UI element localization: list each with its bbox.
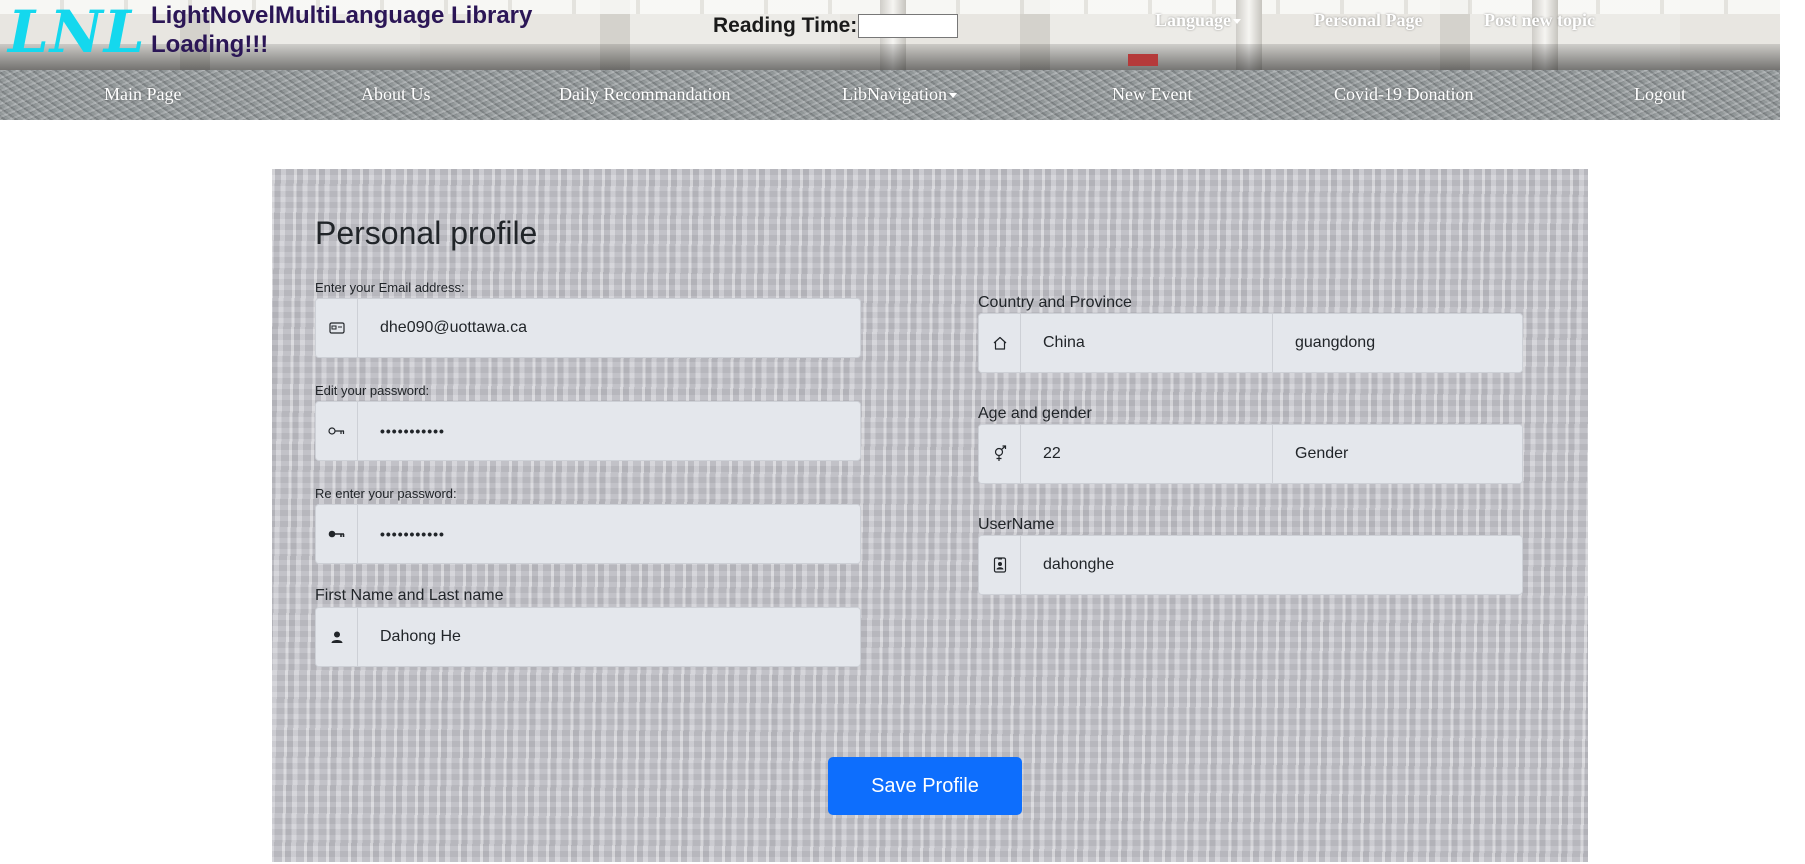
profile-panel: Personal profile Enter your Email addres… (272, 169, 1588, 862)
nav-covid-donation[interactable]: Covid-19 Donation (1334, 84, 1474, 105)
gender-select[interactable]: Gender (1273, 425, 1522, 483)
province-input[interactable]: guangdong (1273, 314, 1522, 372)
top-banner: LNL LightNovelMultiLanguage Library Load… (0, 0, 1780, 70)
key-icon (316, 505, 358, 563)
site-logo[interactable]: LNL (8, 0, 146, 66)
email-field[interactable]: dhe090@uottawa.ca (358, 299, 860, 357)
nav-main-page[interactable]: Main Page (104, 84, 181, 105)
page-title: Personal profile (315, 215, 538, 251)
reading-time-label: Reading Time: (713, 14, 858, 37)
password-label: Edit your password: (315, 383, 430, 398)
reenter-password-input[interactable]: ••••••••••• (358, 505, 860, 563)
site-title: LightNovelMultiLanguage Library Loading!… (151, 2, 533, 58)
post-new-topic-link[interactable]: Post new topic (1484, 10, 1595, 31)
nav-daily-recommendation[interactable]: Daily Recommandation (559, 84, 730, 105)
reenter-password-label: Re enter your password: (315, 486, 457, 501)
language-label: Language (1155, 10, 1232, 30)
email-field-group: dhe090@uottawa.ca (315, 298, 861, 358)
person-icon (316, 608, 358, 666)
location-label: Country and Province (978, 294, 1132, 311)
reading-time-input[interactable] (858, 14, 958, 38)
language-dropdown[interactable]: Language (1155, 10, 1242, 31)
location-field-group: China guangdong (978, 313, 1523, 373)
age-gender-field-group: 22 Gender (978, 424, 1523, 484)
username-label: UserName (978, 516, 1055, 533)
nav-new-event[interactable]: New Event (1112, 84, 1192, 105)
age-input[interactable]: 22 (1021, 425, 1273, 483)
gender-icon (979, 425, 1021, 483)
id-badge-icon (979, 536, 1021, 594)
key-outline-icon (316, 402, 358, 460)
email-label: Enter your Email address: (315, 280, 465, 295)
name-label: First Name and Last name (315, 587, 504, 604)
exit-sign-decoration (1128, 54, 1158, 66)
nav-libnavigation-dropdown[interactable]: LibNavigation (842, 84, 957, 105)
main-navbar: Main Page About Us Daily Recommandation … (0, 70, 1780, 120)
card-icon (316, 299, 358, 357)
password-input[interactable]: ••••••••••• (358, 402, 860, 460)
nav-about-us[interactable]: About Us (361, 84, 431, 105)
username-input[interactable]: dahonghe (1021, 536, 1522, 594)
age-gender-label: Age and gender (978, 405, 1092, 422)
name-field-group: Dahong He (315, 607, 861, 667)
chevron-down-icon (1233, 19, 1242, 25)
country-input[interactable]: China (1021, 314, 1273, 372)
nav-logout[interactable]: Logout (1634, 84, 1686, 105)
username-field-group: dahonghe (978, 535, 1523, 595)
house-icon (979, 314, 1021, 372)
reenter-password-field-group: ••••••••••• (315, 504, 861, 564)
password-field-group: ••••••••••• (315, 401, 861, 461)
personal-page-link[interactable]: Personal Page (1314, 10, 1422, 31)
nav-libnavigation-label: LibNavigation (842, 84, 947, 104)
chevron-down-icon (948, 93, 957, 99)
save-profile-button[interactable]: Save Profile (828, 757, 1022, 815)
name-field[interactable]: Dahong He (358, 608, 860, 666)
